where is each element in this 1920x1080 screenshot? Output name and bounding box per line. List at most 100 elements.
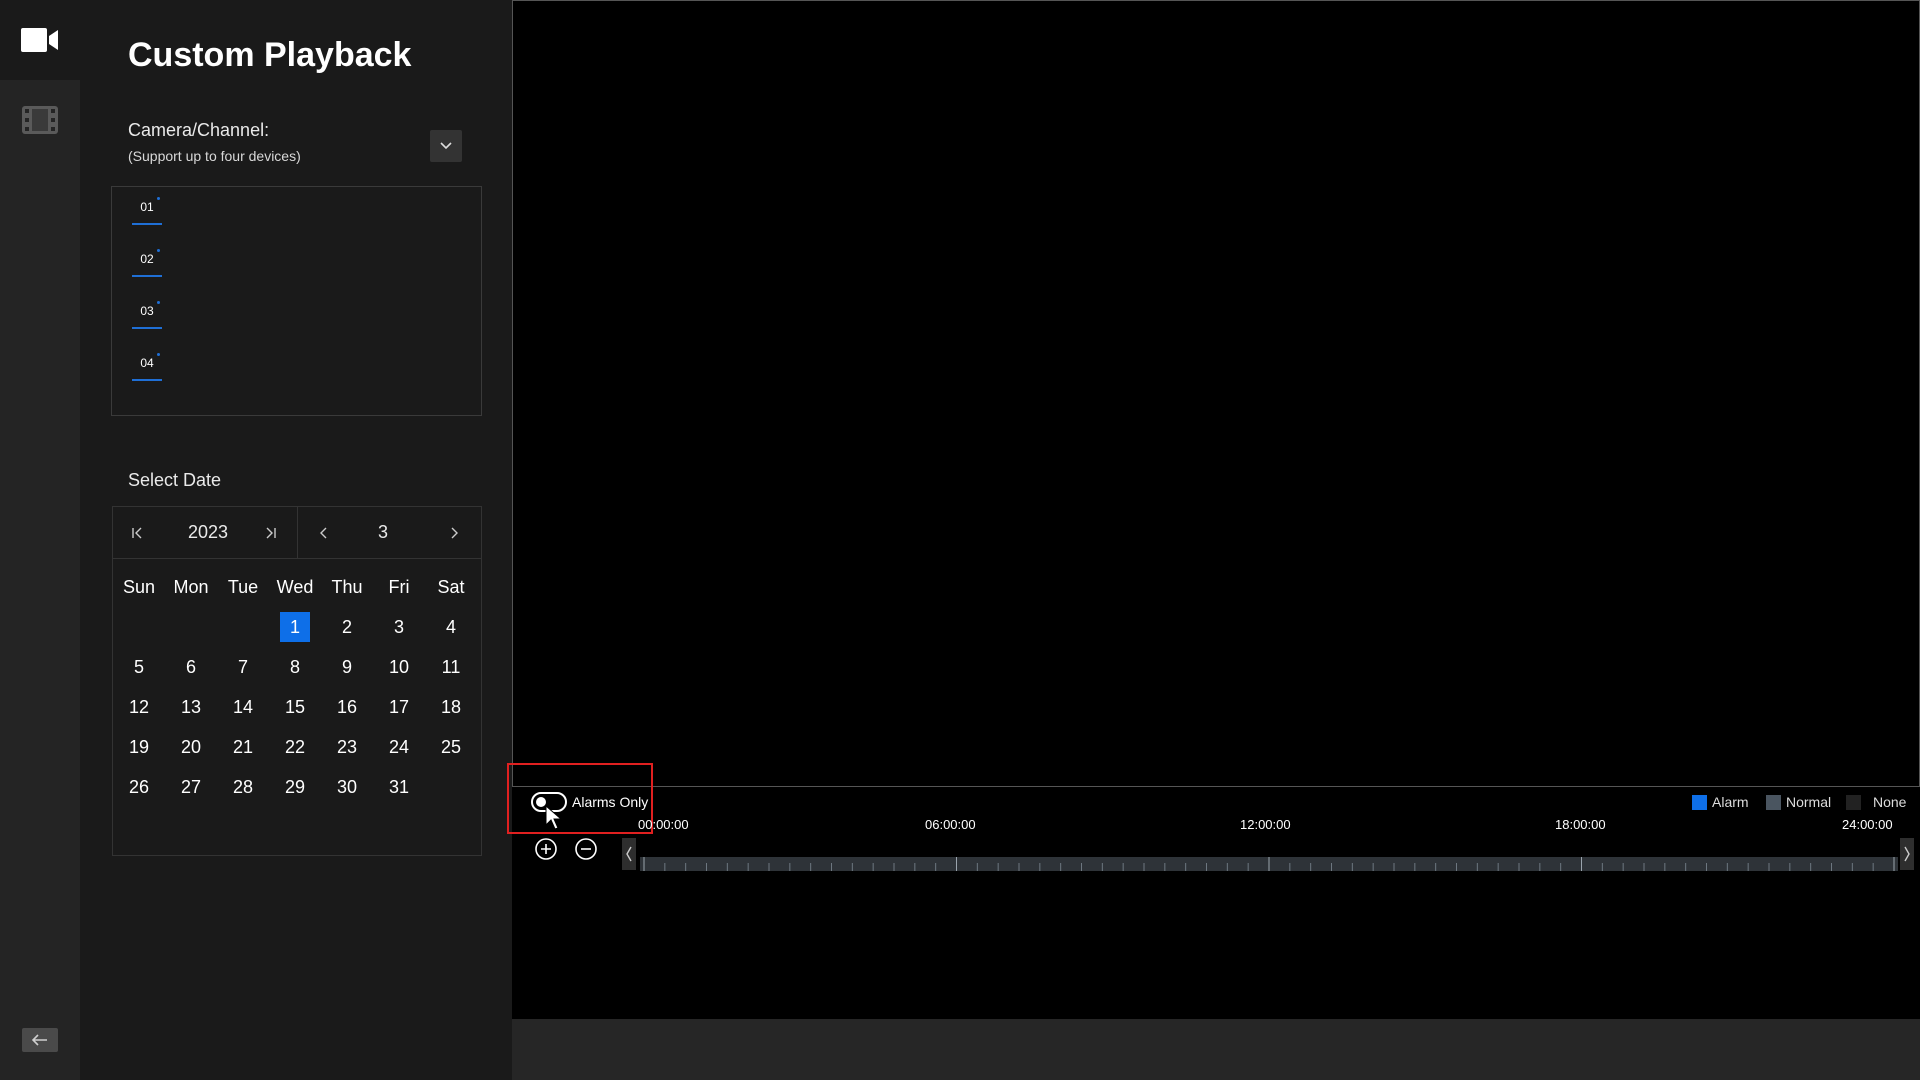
calendar-day[interactable]: 27 bbox=[165, 767, 217, 807]
calendar-month[interactable]: 3 bbox=[363, 522, 403, 543]
channel-label: 02 bbox=[140, 252, 154, 266]
legend-label: Normal bbox=[1786, 794, 1832, 810]
calendar-day[interactable]: 6 bbox=[165, 647, 217, 687]
calendar-day-label: 4 bbox=[445, 616, 456, 637]
calendar-day-label: 26 bbox=[128, 776, 150, 797]
calendar-day-label: 23 bbox=[336, 736, 358, 757]
chevron-down-icon bbox=[440, 142, 452, 150]
channel-item[interactable]: 03 bbox=[132, 299, 162, 329]
calendar-day-label: 17 bbox=[388, 696, 410, 717]
timeline-label: 06:00:00 bbox=[925, 817, 976, 832]
calendar-day-label: 11 bbox=[441, 656, 461, 677]
calendar-day-label: 30 bbox=[336, 776, 358, 797]
calendar-day-label: 8 bbox=[289, 656, 300, 677]
calendar-day[interactable]: 25 bbox=[425, 727, 477, 767]
calendar-day-label: 18 bbox=[440, 696, 462, 717]
timeline-track[interactable] bbox=[640, 857, 1898, 871]
calendar-day[interactable]: 28 bbox=[217, 767, 269, 807]
calendar-day-label: 3 bbox=[393, 616, 404, 637]
calendar-day[interactable]: 30 bbox=[321, 767, 373, 807]
calendar-day-label: 24 bbox=[388, 736, 410, 757]
calendar-day[interactable]: 3 bbox=[373, 607, 425, 647]
calendar-day[interactable]: 8 bbox=[269, 647, 321, 687]
calendar-day[interactable]: 11 bbox=[425, 647, 477, 687]
date-calendar: 2023 3 Sun Mon Tue Wed Thu Fri Sat 1 2 3 4 5 6 7 8 9 10 1… bbox=[112, 506, 482, 856]
calendar-day[interactable]: 31 bbox=[373, 767, 425, 807]
rail-item-playback[interactable] bbox=[0, 80, 80, 160]
page-title: Custom Playback bbox=[128, 36, 412, 74]
camera-dropdown-button[interactable] bbox=[430, 130, 462, 162]
calendar-day[interactable]: 20 bbox=[165, 727, 217, 767]
next-year-button[interactable] bbox=[259, 521, 283, 545]
calendar-day[interactable]: 29 bbox=[269, 767, 321, 807]
back-button[interactable] bbox=[22, 1028, 58, 1052]
calendar-day[interactable]: 23 bbox=[321, 727, 373, 767]
calendar-day-label: 29 bbox=[284, 776, 306, 797]
calendar-day-label: 25 bbox=[440, 736, 462, 757]
calendar-day[interactable]: 12 bbox=[113, 687, 165, 727]
next-month-button[interactable] bbox=[443, 521, 467, 545]
video-viewport[interactable] bbox=[512, 0, 1920, 787]
calendar-day-label: 15 bbox=[284, 696, 306, 717]
timeline-label: 12:00:00 bbox=[1240, 817, 1291, 832]
calendar-day[interactable]: 10 bbox=[373, 647, 425, 687]
calendar-day[interactable]: 14 bbox=[217, 687, 269, 727]
channel-dot-icon bbox=[157, 249, 160, 252]
calendar-year[interactable]: 2023 bbox=[173, 522, 243, 543]
prev-month-button[interactable] bbox=[311, 521, 335, 545]
film-icon bbox=[22, 106, 58, 134]
weekday-row: Sun Mon Tue Wed Thu Fri Sat bbox=[113, 567, 481, 607]
prev-year-button[interactable] bbox=[125, 521, 149, 545]
channel-label: 01 bbox=[140, 200, 154, 214]
timeline-prev-button[interactable] bbox=[622, 838, 636, 870]
calendar-day[interactable]: 2 bbox=[321, 607, 373, 647]
legend-none: None bbox=[1846, 794, 1906, 810]
calendar-day[interactable]: 18 bbox=[425, 687, 477, 727]
select-date-label: Select Date bbox=[128, 470, 222, 490]
channel-item[interactable]: 02 bbox=[132, 247, 162, 277]
zoom-out-button[interactable] bbox=[574, 837, 598, 861]
calendar-day[interactable]: 4 bbox=[425, 607, 477, 647]
channel-item[interactable]: 01 bbox=[132, 195, 162, 225]
channel-label: 04 bbox=[140, 356, 154, 370]
calendar-day[interactable]: 5 bbox=[113, 647, 165, 687]
rail-item-live[interactable] bbox=[0, 0, 80, 80]
legend-swatch-none bbox=[1846, 794, 1861, 810]
calendar-day[interactable]: 15 bbox=[269, 687, 321, 727]
camera-channel-label: Camera/Channel: bbox=[128, 120, 270, 140]
calendar-week-row: 1 2 3 4 bbox=[113, 607, 481, 647]
timeline-label: 24:00:00 bbox=[1842, 817, 1893, 832]
calendar-empty-cell bbox=[165, 607, 217, 647]
double-chevron-left-icon bbox=[132, 527, 142, 539]
zoom-in-button[interactable] bbox=[534, 837, 558, 861]
calendar-day[interactable]: 7 bbox=[217, 647, 269, 687]
channel-dot-icon bbox=[157, 197, 160, 200]
calendar-day[interactable]: 1 bbox=[269, 607, 321, 647]
calendar-day-label: 27 bbox=[180, 776, 202, 797]
legend-swatch-normal bbox=[1766, 794, 1781, 810]
chevron-right-icon bbox=[451, 527, 458, 539]
calendar-day[interactable]: 13 bbox=[165, 687, 217, 727]
calendar-day[interactable]: 16 bbox=[321, 687, 373, 727]
calendar-day[interactable]: 21 bbox=[217, 727, 269, 767]
calendar-day-label: 6 bbox=[185, 656, 196, 677]
calendar-day-label: 9 bbox=[341, 656, 352, 677]
timeline-area bbox=[512, 787, 1920, 1019]
calendar-day[interactable]: 17 bbox=[373, 687, 425, 727]
timeline-next-button[interactable] bbox=[1900, 838, 1914, 870]
calendar-day-label: 28 bbox=[232, 776, 254, 797]
weekday-label: Sun bbox=[122, 576, 156, 597]
chevron-left-icon bbox=[320, 527, 327, 539]
calendar-day[interactable]: 9 bbox=[321, 647, 373, 687]
calendar-day-label: 16 bbox=[336, 696, 358, 717]
calendar-day[interactable]: 24 bbox=[373, 727, 425, 767]
playback-panel: Custom Playback Camera/Channel: (Support… bbox=[80, 0, 512, 1080]
channel-dot-icon bbox=[157, 301, 160, 304]
channel-dot-icon bbox=[157, 353, 160, 356]
calendar-day-label: 2 bbox=[341, 616, 352, 637]
calendar-week-row: 26 27 28 29 30 31 bbox=[113, 767, 481, 807]
calendar-day[interactable]: 22 bbox=[269, 727, 321, 767]
calendar-day[interactable]: 26 bbox=[113, 767, 165, 807]
channel-item[interactable]: 04 bbox=[132, 351, 162, 381]
calendar-day[interactable]: 19 bbox=[113, 727, 165, 767]
